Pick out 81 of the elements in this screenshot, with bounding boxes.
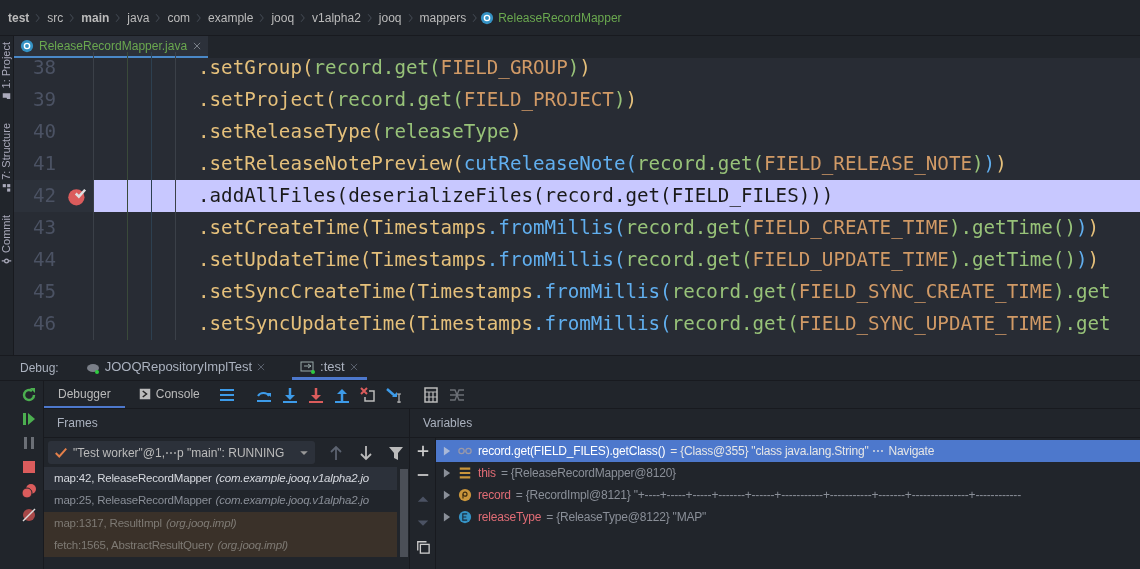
editor-tab[interactable]: ReleaseRecordMapper.java [14,36,209,58]
plus-icon[interactable] [415,444,430,458]
breadcrumb-item[interactable]: java [123,8,154,27]
enum-icon [457,510,473,524]
run-config-icon [300,358,317,375]
rerun-icon[interactable] [20,387,37,403]
tool-window-button[interactable]: 7: Structure [0,119,15,198]
code-line: .setReleaseNotePreview(cutReleaseNote(record.get(FIELD_RELEASE_NOTE))) [198,150,1007,177]
debugger-tab[interactable]: Debugger [44,381,125,408]
scrollbar[interactable] [400,469,408,557]
check-icon [54,445,68,460]
class-icon [480,10,495,25]
debug-tab[interactable]: :test [292,356,367,380]
step-into-icon[interactable] [281,386,298,403]
expand-arrow-icon[interactable] [442,490,452,500]
parameter-icon [457,488,473,502]
structure-icon [1,183,12,194]
mute-breakpoints-icon[interactable] [20,507,37,523]
panel-title: Debug: [20,360,59,377]
variable-value: = {RecordImpl@8121} "+----+-----+-----+-------+------+-----------+-----------+-------+---------------+------------ [515,487,1021,504]
field-icon [457,466,473,480]
breadcrumb-item[interactable]: src [43,8,68,27]
down-arrow-icon[interactable] [358,444,374,461]
copy-icon[interactable] [415,540,430,554]
drop-frame-icon[interactable] [359,386,376,403]
console-icon [138,387,151,400]
folder-icon [1,91,12,102]
menu-icon[interactable] [218,386,235,403]
breakpoints-icon[interactable] [20,483,37,499]
variable-row[interactable]: this = {ReleaseRecordMapper@8120} [436,462,1140,484]
variable-name: record.get(FIELD_FILES).getClass() [478,443,666,460]
breadcrumb-item[interactable]: ReleaseRecordMapper [494,8,626,27]
debugger-tab[interactable]: Console [124,381,214,408]
breadcrumb-item[interactable]: jooq [267,8,299,27]
code-line: .setSyncUpdateTime(Timestamps.fromMillis(record.get(FIELD_SYNC_UPDATE_TIME).get [198,310,1111,337]
tool-window-button[interactable]: Commit [0,211,15,271]
code-line: .addAllFiles(deserializeFiles(record.get(FIELD_FILES))) [198,182,834,209]
breadcrumb-item[interactable]: main [77,8,114,27]
close-icon[interactable] [192,41,203,51]
calculator-icon[interactable] [422,386,439,403]
breadcrumb-item[interactable]: mappers [415,8,471,27]
breadcrumb-item[interactable]: com [163,8,195,27]
variable-name: releaseType [478,509,542,526]
force-step-into-icon[interactable] [307,386,324,403]
breadcrumb-item[interactable]: v1alpha2 [308,8,365,27]
breadcrumb-item[interactable]: example [204,8,258,27]
pane-title: Variables [410,409,1140,438]
navigate-link[interactable]: Navigate [888,442,935,460]
up-arrow-icon[interactable] [328,444,344,461]
variable-row[interactable]: record.get(FIELD_FILES).getClass() = {Class@355} "class java.lang.String" ⋯ Navigate [436,440,1140,462]
code-line: .setUpdateTime(Timestamps.fromMillis(record.get(FIELD_UPDATE_TIME).getTime())) [198,246,1100,273]
code-line: .setProject(record.get(FIELD_PROJECT)) [198,86,637,113]
code-line: .setSyncCreateTime(Timestamps.fromMillis(record.get(FIELD_SYNC_CREATE_TIME).get [198,278,1111,305]
class-icon [20,39,34,53]
stack-frame[interactable]: map:25, ReleaseRecordMapper (com.example.jooq.v1alpha2.jo [44,489,397,512]
variable-value: = {ReleaseType@8122} "MAP" [546,509,707,526]
variable-name: this [478,465,496,482]
pane-title: Frames [44,409,409,438]
variable-value: = {ReleaseRecordMapper@8120} [500,465,676,482]
close-icon[interactable] [256,361,267,372]
variable-value: = {Class@355} "class java.lang.String" ⋯ [670,443,884,460]
stack-frame[interactable]: map:42, ReleaseRecordMapper (com.example.jooq.v1alpha2.jo [44,467,397,490]
tool-window-button[interactable]: 1: Project [0,38,15,106]
variable-row[interactable]: releaseType = {ReleaseType@8122} "MAP" [436,506,1140,528]
debug-tab[interactable]: JOOQRepositoryImplTest [76,356,275,380]
step-out-icon[interactable] [333,386,350,403]
expand-arrow-icon[interactable] [442,468,452,478]
stop-icon[interactable] [20,459,37,475]
breadcrumb-item[interactable]: jooq [374,8,406,27]
breadcrumb-item[interactable]: test [4,8,34,27]
filter-icon[interactable] [388,444,404,461]
run-to-cursor-icon[interactable] [385,386,402,403]
trace-icon[interactable] [448,386,465,403]
resume-icon[interactable] [20,411,37,427]
thread-dropdown[interactable]: "Test worker"@1,⋯p "main": RUNNING [48,441,315,464]
variable-row[interactable]: record = {RecordImpl@8121} "+----+-----+-----+-------+------+-----------+-----------+-------+---------------+------------ [436,484,1140,506]
close-icon[interactable] [348,361,359,372]
expand-arrow-icon[interactable] [442,512,452,522]
code-line: .setCreateTime(Timestamps.fromMillis(record.get(FIELD_CREATE_TIME).getTime())) [198,214,1100,241]
code-line: .setReleaseType(releaseType) [198,118,522,145]
variable-name: record [478,487,511,504]
